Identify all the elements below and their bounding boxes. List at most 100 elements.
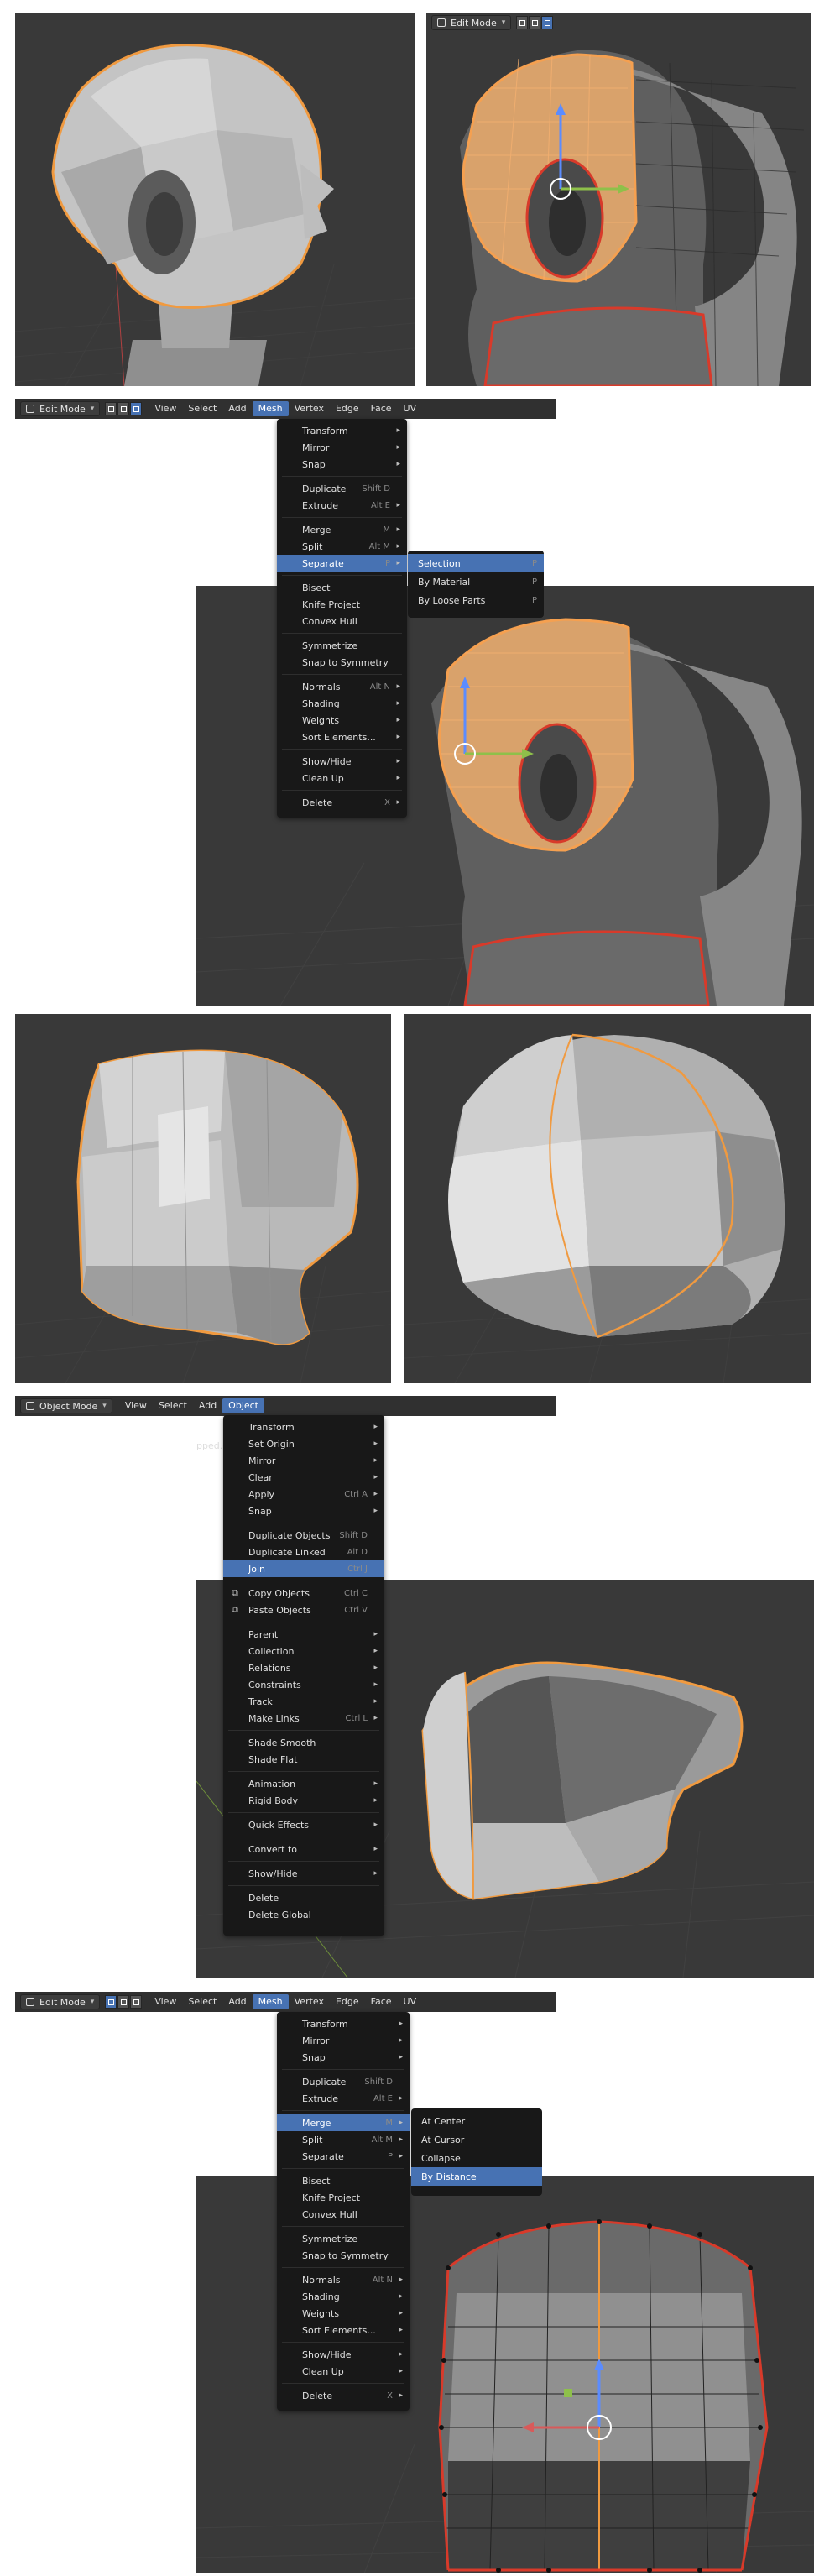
menu-item-separate[interactable]: Separate P ▸ bbox=[277, 2148, 410, 2165]
menu-item-convex-hull[interactable]: Convex Hull bbox=[277, 2206, 410, 2223]
menu-item-snap[interactable]: Snap ▸ bbox=[277, 456, 407, 473]
edge-select-button[interactable] bbox=[117, 402, 130, 415]
menu-item-sort-elements[interactable]: Sort Elements... ▸ bbox=[277, 2322, 410, 2338]
menu-item-snap[interactable]: Snap ▸ bbox=[277, 2049, 410, 2066]
menu-item-shading[interactable]: Shading ▸ bbox=[277, 2288, 410, 2305]
menu-item-merge[interactable]: Merge M ▸ bbox=[277, 2114, 410, 2131]
menu-item-by-loose-parts[interactable]: By Loose Parts P bbox=[408, 591, 544, 609]
menu-item-selection[interactable]: Selection P bbox=[408, 554, 544, 572]
menu-item-symmetrize[interactable]: Symmetrize bbox=[277, 2230, 410, 2247]
menu-item-sort-elements[interactable]: Sort Elements... ▸ bbox=[277, 729, 407, 745]
menu-item-track[interactable]: Track ▸ bbox=[223, 1693, 384, 1710]
menu-item-shade-flat[interactable]: Shade Flat bbox=[223, 1751, 384, 1768]
menu-item-transform[interactable]: Transform ▸ bbox=[277, 422, 407, 439]
menu-item-relations[interactable]: Relations ▸ bbox=[223, 1659, 384, 1676]
menu-item-duplicate[interactable]: Duplicate Shift D bbox=[277, 480, 407, 497]
menu-item-split[interactable]: Split Alt M ▸ bbox=[277, 538, 407, 555]
menu-item-rigid-body[interactable]: Rigid Body ▸ bbox=[223, 1792, 384, 1809]
menu-item-at-cursor[interactable]: At Cursor bbox=[411, 2130, 542, 2149]
menu-item-animation[interactable]: Animation ▸ bbox=[223, 1775, 384, 1792]
menu-uv[interactable]: UV bbox=[398, 1994, 423, 2009]
menu-item-duplicate-linked[interactable]: Duplicate Linked Alt D bbox=[223, 1544, 384, 1560]
vertex-select-button[interactable] bbox=[105, 402, 117, 415]
menu-item-knife-project[interactable]: Knife Project bbox=[277, 2189, 410, 2206]
menu-item-mirror[interactable]: Mirror ▸ bbox=[277, 2032, 410, 2049]
menu-item-normals[interactable]: Normals Alt N ▸ bbox=[277, 678, 407, 695]
menu-select[interactable]: Select bbox=[153, 1398, 193, 1413]
menu-view[interactable]: View bbox=[149, 1994, 182, 2009]
face-select-button[interactable] bbox=[130, 402, 143, 415]
menu-item-weights[interactable]: Weights ▸ bbox=[277, 2305, 410, 2322]
menu-item-collapse[interactable]: Collapse bbox=[411, 2149, 542, 2167]
menu-item-paste-objects[interactable]: ⧉ Paste Objects Ctrl V bbox=[223, 1602, 384, 1618]
edge-select-button[interactable] bbox=[117, 1995, 130, 2009]
menu-edge[interactable]: Edge bbox=[330, 401, 365, 416]
menu-item-snap-to-symmetry[interactable]: Snap to Symmetry bbox=[277, 654, 407, 671]
menu-add[interactable]: Add bbox=[222, 401, 252, 416]
menu-item-shading[interactable]: Shading ▸ bbox=[277, 695, 407, 712]
menu-item-duplicate-objects[interactable]: Duplicate Objects Shift D bbox=[223, 1527, 384, 1544]
menu-item-clear[interactable]: Clear ▸ bbox=[223, 1469, 384, 1486]
menu-item-delete-global[interactable]: Delete Global bbox=[223, 1906, 384, 1923]
menu-item-apply[interactable]: Apply Ctrl A ▸ bbox=[223, 1486, 384, 1502]
menu-select[interactable]: Select bbox=[182, 401, 222, 416]
menu-item-convex-hull[interactable]: Convex Hull bbox=[277, 613, 407, 630]
menu-item-at-center[interactable]: At Center bbox=[411, 2112, 542, 2130]
menu-add[interactable]: Add bbox=[193, 1398, 222, 1413]
menu-item-snap-to-symmetry[interactable]: Snap to Symmetry bbox=[277, 2247, 410, 2264]
menu-item-delete[interactable]: Delete X ▸ bbox=[277, 794, 407, 811]
mode-selector[interactable]: Object Mode ▾ bbox=[20, 1398, 112, 1413]
menu-item-convert-to[interactable]: Convert to ▸ bbox=[223, 1841, 384, 1858]
menu-item-bisect[interactable]: Bisect bbox=[277, 2172, 410, 2189]
menu-item-collection[interactable]: Collection ▸ bbox=[223, 1643, 384, 1659]
menu-item-extrude[interactable]: Extrude Alt E ▸ bbox=[277, 497, 407, 514]
menu-item-duplicate[interactable]: Duplicate Shift D bbox=[277, 2073, 410, 2090]
menu-object[interactable]: Object bbox=[222, 1398, 264, 1413]
menu-view[interactable]: View bbox=[149, 401, 182, 416]
viewport-helmet-left[interactable] bbox=[15, 1014, 391, 1383]
menu-select[interactable]: Select bbox=[182, 1994, 222, 2009]
menu-item-join[interactable]: Join Ctrl J bbox=[223, 1560, 384, 1577]
menu-add[interactable]: Add bbox=[222, 1994, 252, 2009]
menu-uv[interactable]: UV bbox=[398, 401, 423, 416]
menu-item-shade-smooth[interactable]: Shade Smooth bbox=[223, 1734, 384, 1751]
menu-item-show-hide[interactable]: Show/Hide ▸ bbox=[277, 2346, 410, 2363]
mode-selector[interactable]: Edit Mode ▾ bbox=[20, 401, 101, 416]
menu-item-mirror[interactable]: Mirror ▸ bbox=[223, 1452, 384, 1469]
menu-item-make-links[interactable]: Make Links Ctrl L ▸ bbox=[223, 1710, 384, 1727]
menu-item-clean-up[interactable]: Clean Up ▸ bbox=[277, 2363, 410, 2380]
menu-item-knife-project[interactable]: Knife Project bbox=[277, 596, 407, 613]
menu-edge[interactable]: Edge bbox=[330, 1994, 365, 2009]
menu-item-quick-effects[interactable]: Quick Effects ▸ bbox=[223, 1816, 384, 1833]
face-select-button[interactable] bbox=[130, 1995, 143, 2009]
menu-item-mirror[interactable]: Mirror ▸ bbox=[277, 439, 407, 456]
menu-item-delete[interactable]: Delete X ▸ bbox=[277, 2387, 410, 2404]
viewport-head-object[interactable] bbox=[15, 13, 415, 386]
menu-item-weights[interactable]: Weights ▸ bbox=[277, 712, 407, 729]
menu-item-show-hide[interactable]: Show/Hide ▸ bbox=[223, 1865, 384, 1882]
menu-item-parent[interactable]: Parent ▸ bbox=[223, 1626, 384, 1643]
menu-item-copy-objects[interactable]: ⧉ Copy Objects Ctrl C bbox=[223, 1585, 384, 1602]
menu-item-constraints[interactable]: Constraints ▸ bbox=[223, 1676, 384, 1693]
menu-mesh[interactable]: Mesh bbox=[252, 401, 289, 416]
menu-item-normals[interactable]: Normals Alt N ▸ bbox=[277, 2271, 410, 2288]
menu-face[interactable]: Face bbox=[365, 401, 398, 416]
menu-vertex[interactable]: Vertex bbox=[289, 401, 330, 416]
mode-selector[interactable]: Edit Mode ▾ bbox=[20, 1994, 101, 2009]
menu-item-merge[interactable]: Merge M ▸ bbox=[277, 521, 407, 538]
menu-view[interactable]: View bbox=[119, 1398, 153, 1413]
viewport-head-edit[interactable]: Edit Mode ▾ bbox=[426, 13, 811, 386]
menu-item-split[interactable]: Split Alt M ▸ bbox=[277, 2131, 410, 2148]
vertex-select-button[interactable] bbox=[105, 1995, 117, 2009]
menu-mesh[interactable]: Mesh bbox=[252, 1994, 289, 2009]
viewport-helmet-right[interactable] bbox=[404, 1014, 811, 1383]
menu-item-bisect[interactable]: Bisect bbox=[277, 579, 407, 596]
menu-face[interactable]: Face bbox=[365, 1994, 398, 2009]
menu-item-by-distance[interactable]: By Distance bbox=[411, 2167, 542, 2186]
menu-item-by-material[interactable]: By Material P bbox=[408, 572, 544, 591]
menu-vertex[interactable]: Vertex bbox=[289, 1994, 330, 2009]
menu-item-clean-up[interactable]: Clean Up ▸ bbox=[277, 770, 407, 786]
menu-item-snap[interactable]: Snap ▸ bbox=[223, 1502, 384, 1519]
menu-item-symmetrize[interactable]: Symmetrize bbox=[277, 637, 407, 654]
menu-item-separate[interactable]: Separate P ▸ bbox=[277, 555, 407, 572]
